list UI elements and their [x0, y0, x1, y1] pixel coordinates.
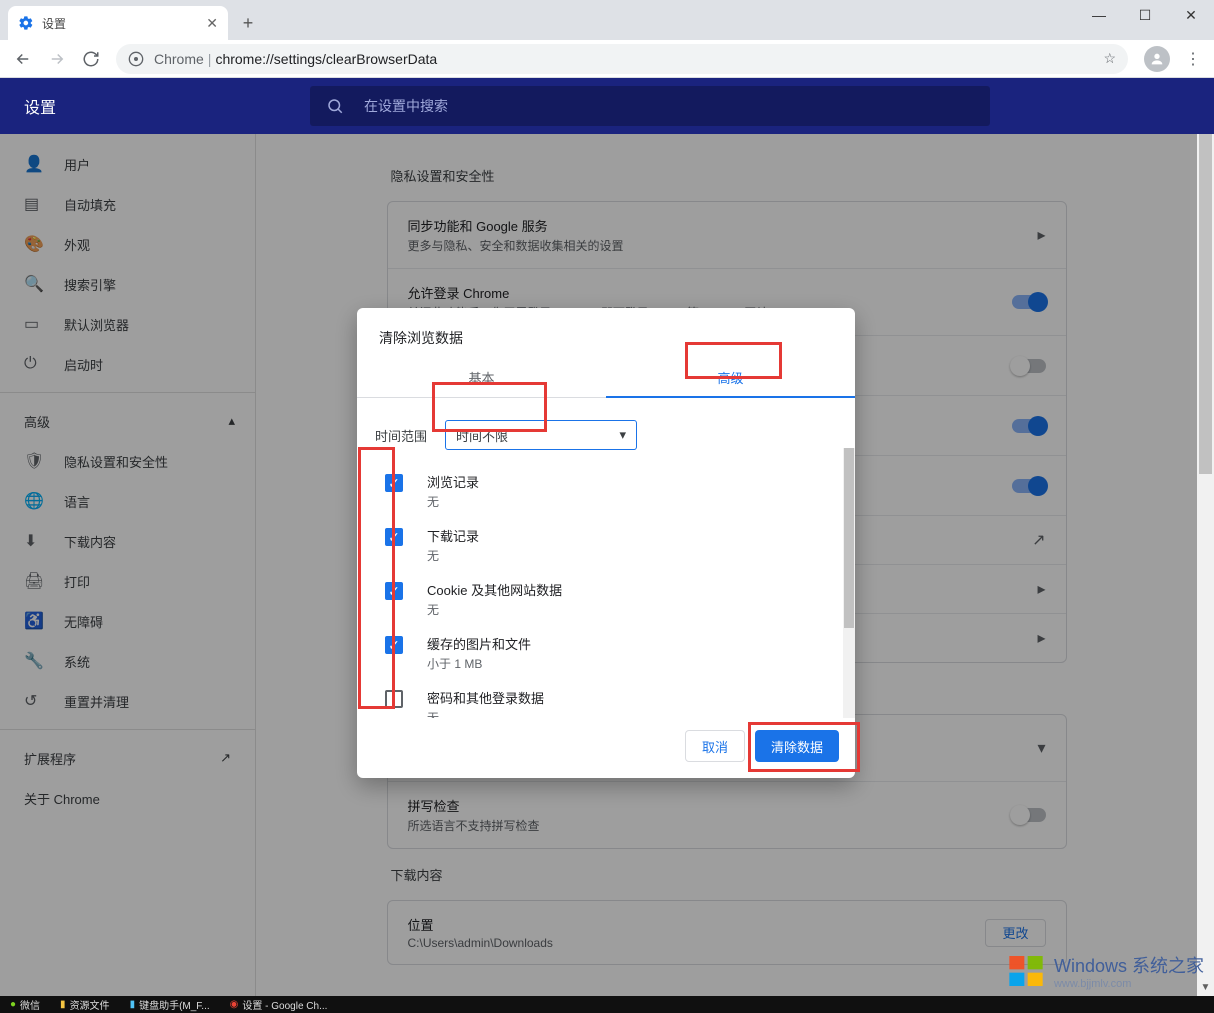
main-scrollbar[interactable]: ▲ ▼: [1197, 134, 1214, 996]
settings-search-input[interactable]: 在设置中搜索: [310, 86, 990, 126]
taskbar-item[interactable]: ▮资源文件: [50, 997, 120, 1012]
checkbox[interactable]: ✓: [385, 582, 403, 600]
address-path: chrome://settings/clearBrowserData: [215, 51, 437, 67]
windows-taskbar[interactable]: ●微信 ▮资源文件 ▮键盘助手(M_F... ◉设置 - Google Ch..…: [0, 996, 1214, 1013]
option-sublabel: 无: [427, 601, 562, 618]
scrollbar-thumb[interactable]: [1199, 134, 1212, 474]
option-label: 下载记录: [427, 526, 479, 545]
tab-basic[interactable]: 基本: [357, 356, 606, 397]
search-placeholder: 在设置中搜索: [364, 96, 448, 116]
tab-advanced[interactable]: 高级: [606, 356, 855, 397]
dialog-scrollbar-thumb[interactable]: [844, 448, 854, 628]
option-sublabel: 无: [427, 709, 544, 718]
taskbar-item[interactable]: ▮键盘助手(M_F...: [120, 997, 220, 1012]
clear-browsing-data-dialog: 清除浏览数据 基本 高级 时间范围 时间不限 ▾ ✓浏览记录无✓下载记录无✓Co…: [357, 308, 855, 778]
clear-data-option[interactable]: ✓ 浏览记录无: [369, 464, 843, 518]
close-window-button[interactable]: ✕: [1168, 0, 1214, 30]
checkbox[interactable]: ✓: [385, 474, 403, 492]
option-label: 密码和其他登录数据: [427, 688, 544, 707]
minimize-button[interactable]: —: [1076, 0, 1122, 30]
address-separator: |: [208, 51, 212, 67]
browser-tab[interactable]: 设置 ✕: [8, 6, 228, 40]
maximize-button[interactable]: ☐: [1122, 0, 1168, 30]
reload-button[interactable]: [76, 44, 106, 74]
tab-close-icon[interactable]: ✕: [206, 15, 218, 32]
time-range-select[interactable]: 时间不限 ▾: [445, 420, 637, 450]
new-tab-button[interactable]: +: [234, 9, 262, 37]
clear-data-option[interactable]: ✓ Cookie 及其他网站数据无: [369, 572, 843, 626]
option-label: 缓存的图片和文件: [427, 634, 531, 653]
settings-header: 设置 在设置中搜索: [0, 78, 1214, 134]
scroll-down-arrow[interactable]: ▼: [1197, 979, 1214, 996]
option-label: Cookie 及其他网站数据: [427, 580, 562, 599]
forward-button[interactable]: [42, 44, 72, 74]
taskbar-item[interactable]: ●微信: [0, 997, 50, 1012]
cancel-button[interactable]: 取消: [685, 730, 745, 762]
gear-icon: [18, 15, 34, 31]
time-range-value: 时间不限: [456, 426, 508, 445]
option-sublabel: 无: [427, 493, 479, 510]
dialog-title: 清除浏览数据: [357, 308, 855, 356]
dialog-footer: 取消 清除数据: [357, 718, 855, 778]
settings-title: 设置: [0, 94, 310, 118]
clear-data-option[interactable]: ✓ 下载记录无: [369, 518, 843, 572]
browser-toolbar: Chrome | chrome://settings/clearBrowserD…: [0, 40, 1214, 78]
dialog-scrollbar[interactable]: [843, 448, 855, 718]
clear-data-option[interactable]: 密码和其他登录数据无: [369, 680, 843, 718]
address-bar[interactable]: Chrome | chrome://settings/clearBrowserD…: [116, 44, 1128, 74]
checkbox[interactable]: [385, 690, 403, 708]
checkbox[interactable]: ✓: [385, 636, 403, 654]
checkbox[interactable]: ✓: [385, 528, 403, 546]
address-host: Chrome: [154, 51, 204, 67]
window-titlebar: 设置 ✕ + — ☐ ✕: [0, 0, 1214, 40]
option-sublabel: 无: [427, 547, 479, 564]
clear-data-button[interactable]: 清除数据: [755, 730, 839, 762]
profile-avatar[interactable]: [1144, 46, 1170, 72]
option-label: 浏览记录: [427, 472, 479, 491]
option-sublabel: 小于 1 MB: [427, 655, 531, 672]
dialog-body: 时间范围 时间不限 ▾ ✓浏览记录无✓下载记录无✓Cookie 及其他网站数据无…: [357, 398, 855, 718]
tab-title: 设置: [42, 15, 66, 32]
search-icon: [326, 97, 344, 115]
back-button[interactable]: [8, 44, 38, 74]
site-info-icon[interactable]: [128, 51, 144, 67]
dialog-tabs: 基本 高级: [357, 356, 855, 398]
dropdown-caret-icon: ▾: [619, 427, 626, 443]
taskbar-item[interactable]: ◉设置 - Google Ch...: [220, 997, 338, 1012]
bookmark-star-icon[interactable]: ☆: [1103, 50, 1116, 67]
clear-data-option[interactable]: ✓ 缓存的图片和文件小于 1 MB: [369, 626, 843, 680]
time-range-label: 时间范围: [375, 426, 445, 445]
chrome-menu-button[interactable]: ⋮: [1180, 49, 1206, 69]
